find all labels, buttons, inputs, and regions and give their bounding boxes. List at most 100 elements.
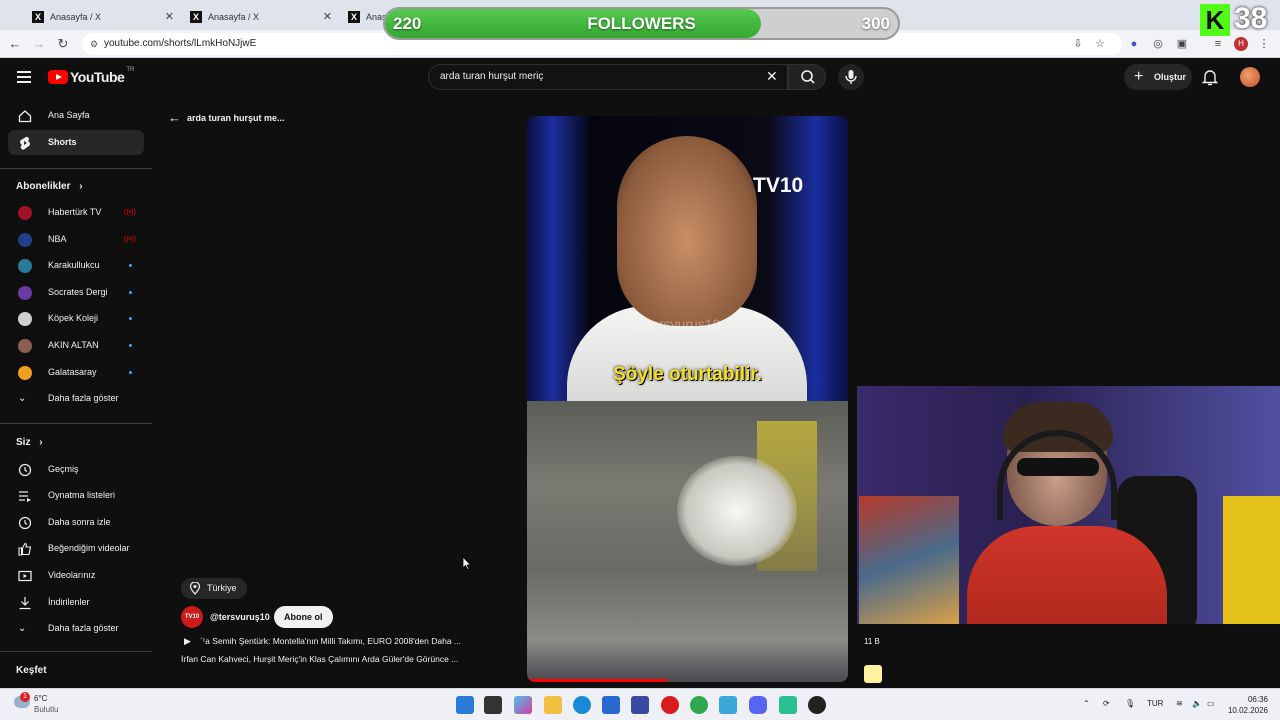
sidebar-item-shorts[interactable]: Shorts (8, 130, 144, 155)
clear-icon[interactable]: ✕ (766, 68, 778, 85)
you-heading[interactable]: Siz › (16, 437, 43, 448)
battery-icon[interactable]: ▭ (1207, 699, 1215, 708)
sidebar-item-subscription[interactable]: Habertürk TV ((•)) (8, 200, 144, 225)
discord-icon[interactable] (749, 696, 767, 714)
new-content-dot (129, 371, 132, 374)
obs-icon[interactable] (808, 696, 826, 714)
sidebar-item-label: AKIN ALTAN (48, 340, 99, 350)
notifications-bell-icon[interactable] (1202, 68, 1218, 86)
subscriptions-heading[interactable]: Abonelikler › (16, 181, 83, 192)
sidebar-item-show-more[interactable]: ⌄ Daha fazla göster (8, 616, 144, 641)
shorts-icon (20, 136, 30, 150)
history-icon (18, 463, 32, 477)
arrow-left-icon: ← (168, 110, 181, 125)
weather-text: Bulutlu (34, 705, 59, 714)
sidebar-item-label: Ana Sayfa (48, 110, 90, 120)
x-logo-icon: X (190, 11, 202, 23)
explore-heading: Keşfet (16, 665, 47, 676)
copilot-icon[interactable] (514, 696, 532, 714)
channel-avatar (18, 206, 32, 220)
x-logo-icon: X (348, 11, 360, 23)
next-short-thumbnail[interactable] (864, 665, 882, 683)
sync-icon[interactable]: ⟳ (1103, 699, 1110, 708)
sidebar-item-subscription[interactable]: NBA ((•)) (8, 227, 144, 252)
sidebar-item-watch-later[interactable]: Daha sonra izle (8, 510, 144, 535)
video-icon (18, 570, 32, 582)
subscribe-button[interactable]: Abone ol (274, 606, 333, 628)
extension-icon[interactable]: ◎ (1150, 36, 1166, 52)
sidebar-item-playlists[interactable]: Oynatma listeleri (8, 483, 144, 508)
chevron-up-icon[interactable]: ⌃ (1083, 699, 1090, 708)
app-icon[interactable] (779, 696, 797, 714)
channel-avatar (18, 286, 32, 300)
browser-tab[interactable]: X Anasayfa / X ✕ (182, 4, 340, 30)
download-icon (19, 597, 31, 610)
followers-goal-bar: 220 FOLLOWERS 300 (383, 7, 900, 40)
thumbs-up-icon (18, 542, 32, 556)
microphone-icon[interactable]: 🎙 (1125, 699, 1135, 708)
bookmark-icon[interactable]: ☆ (1092, 36, 1108, 52)
chevron-down-icon: ⌄ (18, 623, 27, 634)
create-button[interactable]: + Oluştur (1124, 64, 1192, 90)
sidebar-item-history[interactable]: Geçmiş (8, 457, 144, 482)
sidebar-item-label: Beğendiğim videolar (48, 543, 130, 553)
channel-info[interactable]: TV10 @tersvuruş10 (181, 606, 270, 628)
followers-label: FOLLOWERS (587, 14, 696, 33)
app-icon[interactable] (719, 696, 737, 714)
chevron-right-icon: › (79, 181, 83, 192)
video-top-frame: TV10 @tersvurus10 Şöyle oturtabilir. (527, 116, 848, 406)
kick-count: 38 (1234, 2, 1268, 35)
sidebar: Ana Sayfa Shorts Abonelikler › Habertürk… (0, 98, 152, 688)
file-explorer-icon[interactable] (544, 696, 562, 714)
puzzle-icon[interactable]: ▣ (1174, 36, 1190, 52)
app-icon[interactable] (631, 696, 649, 714)
sidebar-item-downloads[interactable]: İndirilenler (8, 590, 144, 615)
edge-icon[interactable] (573, 696, 591, 714)
reload-icon[interactable]: ↻ (54, 35, 72, 53)
sidebar-item-subscription[interactable]: Socrates Dergi (8, 280, 144, 305)
video-progress-bar[interactable] (527, 679, 667, 682)
chrome-icon[interactable] (690, 696, 708, 714)
opera-icon[interactable] (661, 696, 679, 714)
menu-icon[interactable] (17, 71, 31, 83)
home-icon (18, 110, 32, 123)
extension-icon[interactable]: ● (1126, 36, 1142, 52)
video-title[interactable]: İrfan Can Kahveci, Hurşit Meriç'in Klas … (181, 654, 458, 664)
wifi-icon[interactable]: ≋ (1176, 699, 1183, 708)
back-icon[interactable]: ← (6, 35, 24, 53)
location-chip[interactable]: Türkiye (181, 578, 247, 599)
browser-tab[interactable]: X Anasayfa / X ✕ (24, 4, 182, 30)
search-back-link[interactable]: ← arda turan hurşut me... (168, 110, 285, 125)
search-button[interactable] (788, 64, 826, 90)
shorts-video-player[interactable]: TV10 @tersvurus10 Şöyle oturtabilir. (527, 116, 848, 682)
tab-title: Anasayfa / X (208, 12, 260, 22)
divider (0, 651, 152, 652)
clock-icon (18, 516, 32, 530)
system-clock[interactable]: 06:36 10.02.2026 (1218, 694, 1268, 716)
sidebar-item-show-more[interactable]: ⌄ Daha fazla göster (8, 386, 144, 411)
sidebar-item-your-videos[interactable]: Videolarınız (8, 563, 144, 588)
start-icon[interactable] (456, 696, 474, 714)
language-indicator[interactable]: TUR (1147, 699, 1163, 708)
site-info-icon[interactable]: ⚙ (90, 33, 98, 55)
voice-search-button[interactable] (838, 64, 864, 90)
sidebar-item-home[interactable]: Ana Sayfa (8, 103, 144, 128)
close-icon[interactable]: ✕ (323, 10, 332, 23)
sidebar-item-subscription[interactable]: Köpek Koleji (8, 306, 144, 331)
live-indicator-icon: ((•)) (124, 209, 136, 216)
youtube-logo[interactable]: YouTube TR (48, 67, 134, 85)
search-input[interactable]: arda turan hurşut meriç (428, 64, 788, 90)
related-video-link[interactable]: ▶ ´ʳa Semih Şentürk: Montella'nın Milli … (184, 636, 461, 647)
close-icon[interactable]: ✕ (165, 10, 174, 23)
sidebar-item-subscription[interactable]: AKIN ALTAN (8, 333, 144, 358)
account-avatar[interactable] (1240, 67, 1260, 87)
sidebar-item-subscription[interactable]: Galatasaray (8, 360, 144, 385)
sidebar-item-liked-videos[interactable]: Beğendiğim videolar (8, 536, 144, 561)
sidebar-item-subscription[interactable]: Karakullukcu (8, 253, 144, 278)
store-icon[interactable] (602, 696, 620, 714)
forward-icon[interactable]: → (30, 35, 48, 53)
task-view-icon[interactable] (484, 696, 502, 714)
volume-icon[interactable]: 🔈 (1192, 699, 1202, 708)
new-content-dot (129, 291, 132, 294)
install-icon[interactable]: ⇩ (1070, 36, 1086, 52)
